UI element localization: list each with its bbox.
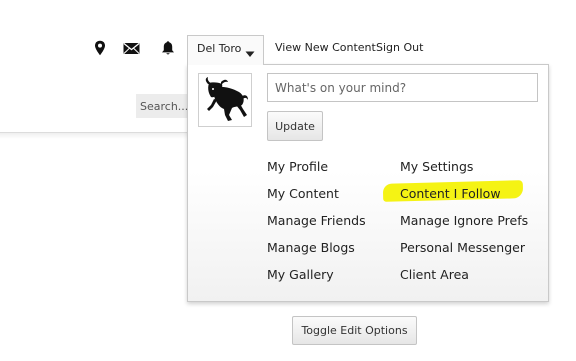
view-new-content-link[interactable]: View New Content xyxy=(275,41,376,54)
user-dropdown-menu: Update My Profile My Content Manage Frie… xyxy=(187,64,549,302)
menu-item-manage-friends[interactable]: Manage Friends xyxy=(267,213,366,228)
header-shadow xyxy=(0,133,188,139)
bull-avatar-image xyxy=(205,77,248,121)
avatar[interactable] xyxy=(198,73,252,127)
search-input[interactable]: Search... xyxy=(136,94,188,118)
menu-item-content-i-follow[interactable]: Content I Follow xyxy=(400,186,501,201)
menu-item-manage-blogs[interactable]: Manage Blogs xyxy=(267,240,355,255)
envelope-icon[interactable] xyxy=(123,40,140,56)
menu-item-my-settings[interactable]: My Settings xyxy=(400,159,473,174)
user-menu-toggle[interactable]: Del Toro xyxy=(187,35,264,65)
menu-item-my-content[interactable]: My Content xyxy=(267,186,339,201)
map-pin-icon[interactable] xyxy=(92,40,108,56)
user-name: Del Toro xyxy=(197,42,242,55)
menu-item-personal-messenger[interactable]: Personal Messenger xyxy=(400,240,525,255)
menu-item-client-area[interactable]: Client Area xyxy=(400,267,469,282)
bell-icon[interactable] xyxy=(160,40,176,56)
menu-item-manage-ignore-prefs[interactable]: Manage Ignore Prefs xyxy=(400,213,528,228)
sign-out-link[interactable]: Sign Out xyxy=(376,41,423,54)
update-button[interactable]: Update xyxy=(267,111,323,141)
caret-down-icon xyxy=(245,43,255,62)
page: Del Toro View New Content Sign Out Searc… xyxy=(0,0,576,361)
menu-item-my-gallery[interactable]: My Gallery xyxy=(267,267,334,282)
menu-item-my-profile[interactable]: My Profile xyxy=(267,159,328,174)
toggle-edit-options-button[interactable]: Toggle Edit Options xyxy=(292,316,417,345)
status-update-input[interactable] xyxy=(267,73,538,102)
